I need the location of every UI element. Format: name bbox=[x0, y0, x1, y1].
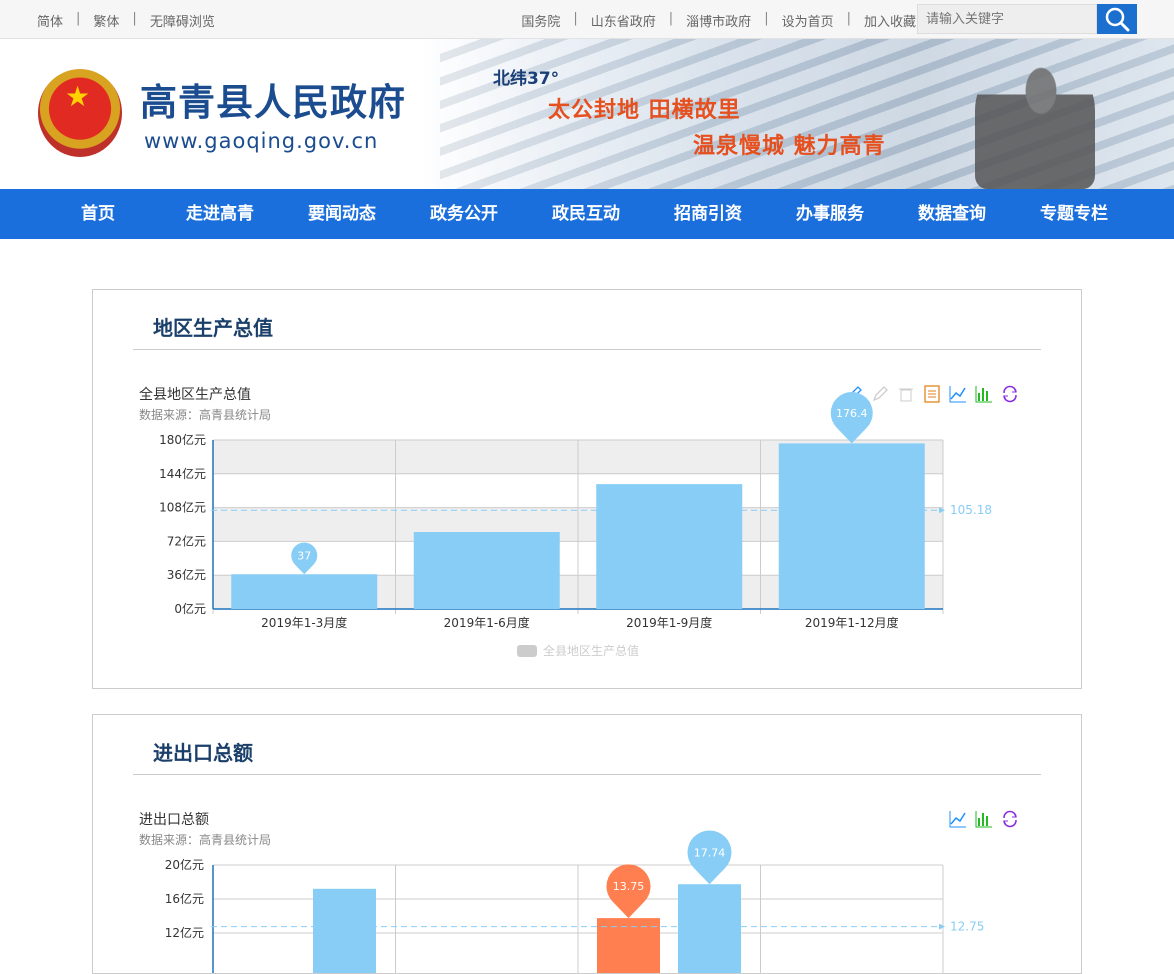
state-council-link[interactable]: 国务院 bbox=[521, 11, 560, 30]
mark-point-label: 37 bbox=[297, 549, 311, 562]
language-links: 简体 | 繁体 | 无障碍浏览 bbox=[37, 11, 215, 30]
site-banner: ★ 高青县人民政府 www.gaoqing.gov.cn 北纬37° 太公封地 … bbox=[0, 39, 1174, 189]
bar bbox=[313, 888, 376, 973]
mark-point-label: 176.4 bbox=[836, 407, 868, 420]
gdp-panel: 地区生产总值 全县地区生产总值 数据来源：高青县统计局 0亿元 36亿元 72亿元 1… bbox=[92, 289, 1082, 689]
trade-bar-chart: 20亿元 16亿元 12亿元 12.75 13.75 17.74 bbox=[165, 830, 984, 973]
shandong-gov-link[interactable]: 山东省政府 bbox=[591, 11, 656, 30]
legend-label: 全县地区生产总值 bbox=[543, 643, 639, 658]
y-tick-label: 0亿元 bbox=[174, 601, 206, 616]
site-url: www.gaoqing.gov.cn bbox=[144, 129, 379, 153]
y-tick-label: 20亿元 bbox=[165, 857, 204, 872]
legend-swatch bbox=[517, 645, 537, 657]
latitude-text: 北纬37° bbox=[493, 69, 560, 89]
nav-interaction[interactable]: 政民互动 bbox=[525, 189, 647, 239]
y-tick-label: 144亿元 bbox=[159, 466, 206, 481]
bar bbox=[413, 532, 560, 609]
search-input[interactable] bbox=[917, 4, 1097, 34]
y-tick-label: 16亿元 bbox=[165, 891, 204, 906]
search-button[interactable] bbox=[1097, 4, 1137, 34]
gdp-bar-chart: 0亿元 36亿元 72亿元 108亿元 144亿元 180亿元 2019年1-3月度 2019… bbox=[159, 392, 992, 658]
top-bar: 简体 | 繁体 | 无障碍浏览 国务院 | 山东省政府 | 淄博市政府 | 设为首页 | 加… bbox=[0, 0, 1174, 39]
y-tick-label: 180亿元 bbox=[159, 432, 206, 447]
y-tick-label: 36亿元 bbox=[167, 567, 206, 582]
external-links: 国务院 | 山东省政府 | 淄博市政府 | 设为首页 | 加入收藏 bbox=[521, 11, 916, 30]
x-tick-label: 2019年1-12月度 bbox=[805, 615, 899, 630]
average-line-label: 105.18 bbox=[950, 503, 992, 517]
site-title: 高青县人民政府 bbox=[140, 81, 406, 124]
accessibility-link[interactable]: 无障碍浏览 bbox=[150, 11, 215, 30]
set-homepage-link[interactable]: 设为首页 bbox=[782, 11, 834, 30]
nav-topics[interactable]: 专题专栏 bbox=[1013, 189, 1135, 239]
national-emblem-icon: ★ bbox=[38, 69, 122, 157]
bar bbox=[231, 574, 378, 609]
simplified-link[interactable]: 简体 bbox=[37, 11, 63, 30]
zibo-gov-link[interactable]: 淄博市政府 bbox=[686, 11, 751, 30]
main-nav: 首页 走进高青 要闻动态 政务公开 政民互动 招商引资 办事服务 数据查询 专题… bbox=[0, 189, 1174, 239]
x-tick-label: 2019年1-6月度 bbox=[444, 615, 530, 630]
y-tick-label: 72亿元 bbox=[167, 533, 206, 548]
average-line-label: 12.75 bbox=[950, 920, 984, 934]
bar bbox=[778, 443, 925, 609]
nav-news[interactable]: 要闻动态 bbox=[281, 189, 403, 239]
nav-data[interactable]: 数据查询 bbox=[891, 189, 1013, 239]
slogan-2: 温泉慢城 魅力高青 bbox=[693, 134, 886, 159]
bar bbox=[596, 484, 743, 609]
nav-home[interactable]: 首页 bbox=[37, 189, 159, 239]
x-tick-label: 2019年1-3月度 bbox=[261, 615, 347, 630]
y-tick-label: 108亿元 bbox=[159, 500, 206, 515]
nav-investment[interactable]: 招商引资 bbox=[647, 189, 769, 239]
traditional-link[interactable]: 繁体 bbox=[93, 11, 119, 30]
mark-point-label: 13.75 bbox=[613, 880, 645, 893]
x-tick-label: 2019年1-9月度 bbox=[626, 615, 712, 630]
y-tick-label: 12亿元 bbox=[165, 925, 204, 940]
nav-gov-info[interactable]: 政务公开 bbox=[403, 189, 525, 239]
nav-services[interactable]: 办事服务 bbox=[769, 189, 891, 239]
add-favorite-link[interactable]: 加入收藏 bbox=[864, 11, 916, 30]
nav-about[interactable]: 走进高青 bbox=[159, 189, 281, 239]
mark-point-label: 17.74 bbox=[694, 846, 726, 859]
search-icon bbox=[1105, 7, 1130, 32]
trade-panel: 进出口总额 进出口总额 数据来源：高青县统计局 20亿元 16亿元 12亿元 12.7… bbox=[92, 714, 1082, 974]
statue-image bbox=[975, 58, 1095, 189]
slogan-1: 太公封地 田横故里 bbox=[548, 98, 741, 123]
